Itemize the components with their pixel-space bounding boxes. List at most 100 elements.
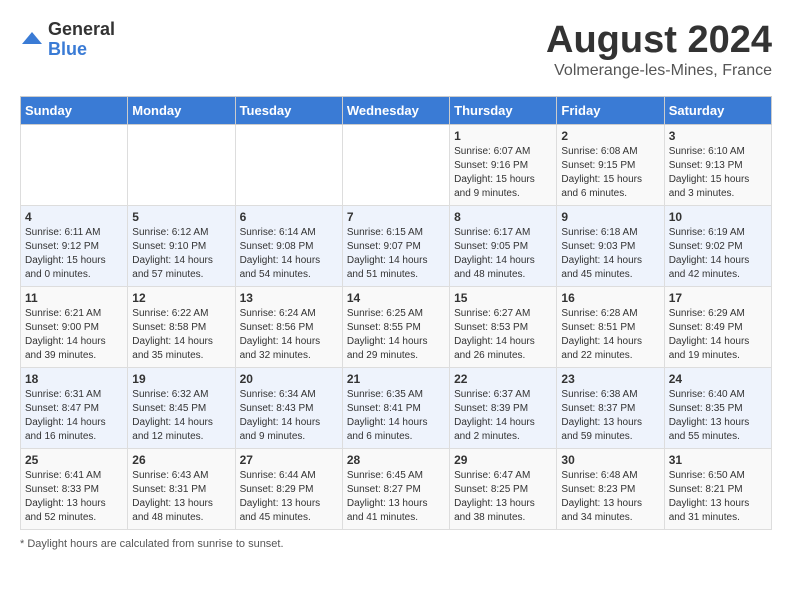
col-saturday: Saturday: [664, 96, 771, 124]
day-number: 12: [132, 291, 230, 305]
calendar-cell: 6Sunrise: 6:14 AMSunset: 9:08 PMDaylight…: [235, 205, 342, 286]
calendar-cell: 16Sunrise: 6:28 AMSunset: 8:51 PMDayligh…: [557, 286, 664, 367]
calendar-cell: 12Sunrise: 6:22 AMSunset: 8:58 PMDayligh…: [128, 286, 235, 367]
day-info: Sunrise: 6:27 AM: [454, 307, 552, 321]
calendar-week-3: 11Sunrise: 6:21 AMSunset: 9:00 PMDayligh…: [21, 286, 772, 367]
header: General Blue August 2024 Volmerange-les-…: [20, 20, 772, 80]
day-info: Sunrise: 6:18 AM: [561, 226, 659, 240]
day-info: Sunset: 8:41 PM: [347, 402, 445, 416]
day-info: Sunrise: 6:38 AM: [561, 388, 659, 402]
day-number: 2: [561, 129, 659, 143]
day-info: Sunrise: 6:40 AM: [669, 388, 767, 402]
day-info: Sunset: 9:03 PM: [561, 240, 659, 254]
calendar-cell: 15Sunrise: 6:27 AMSunset: 8:53 PMDayligh…: [450, 286, 557, 367]
day-info: Sunrise: 6:32 AM: [132, 388, 230, 402]
calendar-cell: 21 Sunrise: 6:35 AMSunset: 8:41 PMDayligh…: [342, 367, 449, 448]
calendar-cell: 9Sunrise: 6:18 AMSunset: 9:03 PMDaylight…: [557, 205, 664, 286]
calendar-cell: 24 Sunrise: 6:40 AMSunset: 8:35 PMDayligh…: [664, 367, 771, 448]
day-info: Daylight: 14 hours and 12 minutes.: [132, 416, 230, 444]
day-info: Daylight: 14 hours and 45 minutes.: [561, 254, 659, 282]
day-info: Daylight: 14 hours and 51 minutes.: [347, 254, 445, 282]
month-year-title: August 2024: [546, 20, 772, 62]
day-number: 30: [561, 453, 659, 467]
day-info: Sunset: 8:43 PM: [240, 402, 338, 416]
day-number: 28: [347, 453, 445, 467]
day-info: Sunrise: 6:07 AM: [454, 145, 552, 159]
calendar-cell: 1Sunrise: 6:07 AMSunset: 9:16 PMDaylight…: [450, 124, 557, 205]
day-info: Sunset: 9:12 PM: [25, 240, 123, 254]
day-number: 11: [25, 291, 123, 305]
day-info: Sunset: 8:58 PM: [132, 321, 230, 335]
calendar-cell: 29Sunrise: 6:47 AMSunset: 8:25 PMDayligh…: [450, 448, 557, 529]
day-number: 10: [669, 210, 767, 224]
col-monday: Monday: [128, 96, 235, 124]
day-info: Sunrise: 6:22 AM: [132, 307, 230, 321]
day-info: Daylight: 15 hours and 3 minutes.: [669, 173, 767, 201]
calendar-cell: 4Sunrise: 6:11 AMSunset: 9:12 PMDaylight…: [21, 205, 128, 286]
day-number: 19: [132, 372, 230, 386]
day-info: Daylight: 13 hours and 31 minutes.: [669, 497, 767, 525]
day-info: Daylight: 14 hours and 9 minutes.: [240, 416, 338, 444]
calendar-cell: 8Sunrise: 6:17 AMSunset: 9:05 PMDaylight…: [450, 205, 557, 286]
day-number: 15: [454, 291, 552, 305]
header-row: Sunday Monday Tuesday Wednesday Thursday…: [21, 96, 772, 124]
calendar-cell: 3Sunrise: 6:10 AMSunset: 9:13 PMDaylight…: [664, 124, 771, 205]
calendar-week-4: 18Sunrise: 6:31 AMSunset: 8:47 PMDayligh…: [21, 367, 772, 448]
day-info: Daylight: 13 hours and 34 minutes.: [561, 497, 659, 525]
day-number: 6: [240, 210, 338, 224]
day-info: Daylight: 14 hours and 2 minutes.: [454, 416, 552, 444]
day-info: Daylight: 13 hours and 52 minutes.: [25, 497, 123, 525]
day-number: 24: [669, 372, 767, 386]
calendar-cell: [342, 124, 449, 205]
day-info: Daylight: 15 hours and 0 minutes.: [25, 254, 123, 282]
day-info: Sunset: 8:35 PM: [669, 402, 767, 416]
day-info: Sunrise: 6:29 AM: [669, 307, 767, 321]
logo-icon: [20, 28, 44, 52]
calendar-week-5: 25Sunrise: 6:41 AMSunset: 8:33 PMDayligh…: [21, 448, 772, 529]
col-friday: Friday: [557, 96, 664, 124]
daylight-hours-label: Daylight hours: [27, 538, 97, 550]
day-info: Sunrise: 6:50 AM: [669, 469, 767, 483]
day-info: Sunset: 8:27 PM: [347, 483, 445, 497]
day-info: Sunrise: 6:37 AM: [454, 388, 552, 402]
day-info: Sunset: 9:10 PM: [132, 240, 230, 254]
day-info: Daylight: 15 hours and 9 minutes.: [454, 173, 552, 201]
day-info: Sunrise: 6:45 AM: [347, 469, 445, 483]
day-info: Sunset: 9:02 PM: [669, 240, 767, 254]
day-number: 21: [347, 372, 445, 386]
day-info: Daylight: 13 hours and 55 minutes.: [669, 416, 767, 444]
day-number: 18: [25, 372, 123, 386]
day-info: Sunrise: 6:24 AM: [240, 307, 338, 321]
day-number: 17: [669, 291, 767, 305]
day-info: Daylight: 14 hours and 39 minutes.: [25, 335, 123, 363]
day-info: Daylight: 13 hours and 38 minutes.: [454, 497, 552, 525]
day-info: Daylight: 14 hours and 26 minutes.: [454, 335, 552, 363]
day-info: Sunset: 9:13 PM: [669, 159, 767, 173]
calendar-cell: 23Sunrise: 6:38 AMSunset: 8:37 PMDayligh…: [557, 367, 664, 448]
day-info: Sunrise: 6:35 AM: [347, 388, 445, 402]
calendar-cell: 13Sunrise: 6:24 AMSunset: 8:56 PMDayligh…: [235, 286, 342, 367]
day-info: Daylight: 13 hours and 45 minutes.: [240, 497, 338, 525]
calendar-body: 1Sunrise: 6:07 AMSunset: 9:16 PMDaylight…: [21, 124, 772, 529]
day-info: Sunset: 8:37 PM: [561, 402, 659, 416]
day-number: 26: [132, 453, 230, 467]
day-number: 5: [132, 210, 230, 224]
day-info: Sunrise: 6:11 AM: [25, 226, 123, 240]
calendar-cell: 25Sunrise: 6:41 AMSunset: 8:33 PMDayligh…: [21, 448, 128, 529]
day-number: 29: [454, 453, 552, 467]
day-info: Sunset: 8:55 PM: [347, 321, 445, 335]
day-info: Sunrise: 6:14 AM: [240, 226, 338, 240]
col-thursday: Thursday: [450, 96, 557, 124]
day-number: 27: [240, 453, 338, 467]
calendar-cell: 2Sunrise: 6:08 AMSunset: 9:15 PMDaylight…: [557, 124, 664, 205]
day-info: Daylight: 14 hours and 6 minutes.: [347, 416, 445, 444]
day-info: Sunset: 8:29 PM: [240, 483, 338, 497]
day-info: Sunrise: 6:10 AM: [669, 145, 767, 159]
day-info: Daylight: 15 hours and 6 minutes.: [561, 173, 659, 201]
day-info: Sunrise: 6:34 AM: [240, 388, 338, 402]
day-info: Sunrise: 6:28 AM: [561, 307, 659, 321]
location-subtitle: Volmerange-les-Mines, France: [546, 62, 772, 80]
day-info: Sunset: 9:05 PM: [454, 240, 552, 254]
logo: General Blue: [20, 20, 115, 60]
day-info: Daylight: 14 hours and 42 minutes.: [669, 254, 767, 282]
